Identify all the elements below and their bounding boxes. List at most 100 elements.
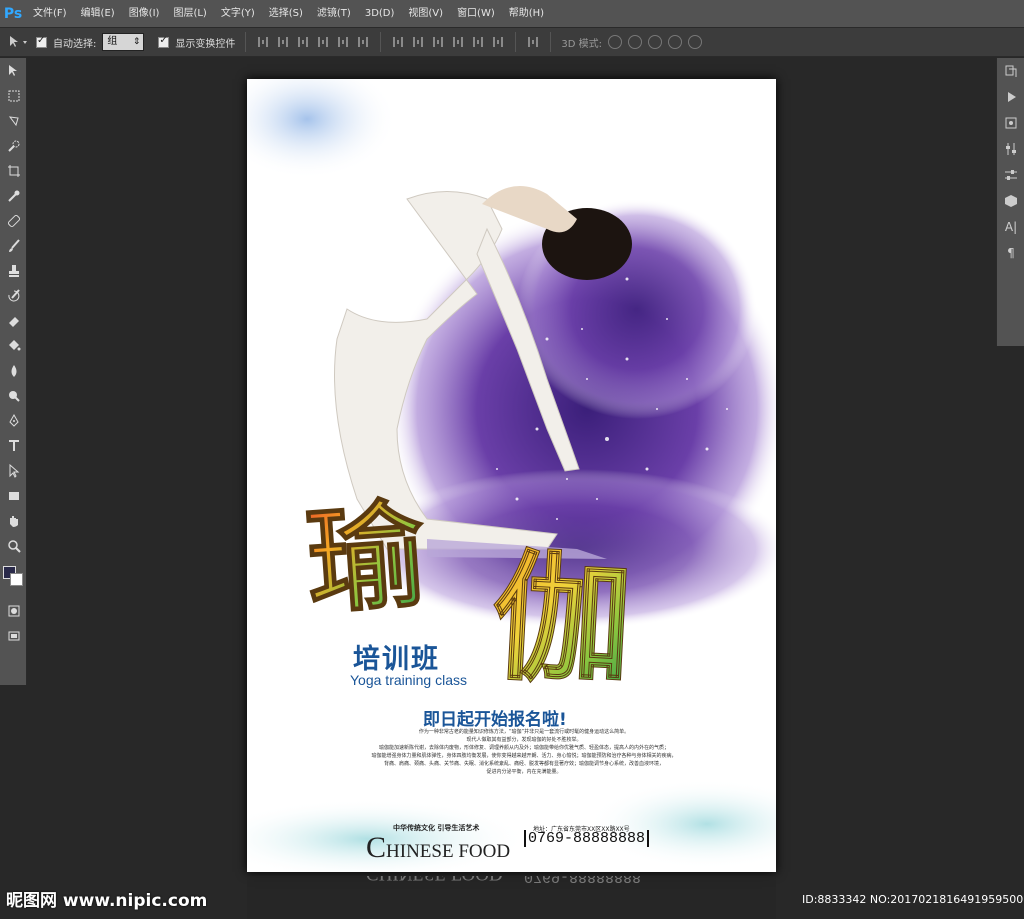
body-line: 瑜伽能加速新陈代谢，去除体内废物，形体修复、调理养颜从内及外；瑜伽能带给你优雅气… [378, 745, 669, 751]
show-transform-label: 显示变换控件 [175, 38, 236, 50]
body-line: 作为一种非常古老的能量知识修炼方法，“瑜伽”并非只是一套流行或时髦的健身运动这么… [418, 729, 630, 735]
3d-rotate-icon[interactable] [608, 35, 622, 49]
app-logo[interactable]: Ps [0, 0, 26, 27]
move-tool-icon[interactable] [8, 35, 30, 49]
auto-align-icon[interactable] [526, 35, 540, 49]
menu-window[interactable]: 窗口(W) [450, 0, 502, 27]
calligraphy-yu: 瑜 [302, 484, 430, 631]
character-panel-icon[interactable]: A| [997, 214, 1024, 240]
menu-type[interactable]: 文字(Y) [214, 0, 262, 27]
paint-bucket-tool-icon[interactable] [0, 333, 27, 358]
3d-roll-icon[interactable] [628, 35, 642, 49]
dodge-tool-icon[interactable] [0, 383, 27, 408]
type-tool-icon[interactable] [0, 433, 27, 458]
history-brush-tool-icon[interactable] [0, 283, 27, 308]
menu-edit[interactable]: 编辑(E) [74, 0, 122, 27]
poster-reflection: CHINESE FOOD 0769-88888888 [247, 876, 776, 919]
menu-filter[interactable]: 滤镜(T) [310, 0, 358, 27]
auto-select-label: 自动选择: [53, 38, 97, 50]
eyedropper-tool-icon[interactable] [0, 183, 27, 208]
poster-title-en: Yoga training class [350, 672, 468, 688]
distribute-left-icon[interactable] [451, 35, 465, 49]
zoom-tool-icon[interactable] [0, 533, 27, 558]
calligraphy-jia: 伽 [488, 535, 636, 706]
color-swatches[interactable] [0, 558, 27, 598]
body-line: 背痛、肩痛、颈痛、头痛、关节痛、失眠、消化系统紊乱、痛经、脱发等都有显著疗效；瑜… [383, 761, 664, 767]
hand-tool-icon[interactable] [0, 508, 27, 533]
auto-select-checkbox[interactable] [36, 35, 47, 48]
menu-bar: Ps 文件(F) 编辑(E) 图像(I) 图层(L) 文字(Y) 选择(S) 滤… [0, 0, 1024, 27]
show-transform-checkbox[interactable] [158, 35, 170, 48]
lasso-tool-icon[interactable] [0, 108, 27, 133]
menu-3d[interactable]: 3D(D) [358, 0, 402, 27]
document-canvas[interactable]: 瑜 伽 培训班 Yoga training class 即日起开始报名啦! 作为… [28, 58, 995, 919]
poster-title-cn: 培训班 [353, 644, 440, 675]
body-line: 瑜伽能增强身体力量和肌体弹性，身体四肢均衡发展，使你变得越来越开朗、活力、身心愉… [371, 753, 677, 759]
watermark-site: 昵图网 www.nipic.com [6, 891, 208, 911]
distribute-bottom-icon[interactable] [431, 35, 445, 49]
reflection-brand: CHINESE FOOD [366, 876, 503, 884]
divider [550, 32, 552, 52]
blur-tool-icon[interactable] [0, 358, 27, 383]
watermark-id: ID:8833342 NO:20170218164919595000 [802, 893, 1024, 906]
footer-brand-initial: C [366, 831, 387, 864]
reflection-phone: 0769-88888888 [524, 876, 642, 885]
poster-body-text: 作为一种非常古老的能量知识修炼方法，“瑜伽”并非只是一套流行或时髦的健身运动这么… [359, 728, 689, 776]
align-hcenter-icon[interactable] [336, 35, 350, 49]
auto-select-dropdown[interactable]: 组 [102, 33, 145, 51]
paragraph-panel-icon[interactable]: ¶ [997, 240, 1024, 266]
actions-panel-icon[interactable] [997, 84, 1024, 110]
options-bar: 自动选择: 组 显示变换控件 3D 模式: [0, 27, 1024, 57]
history-panel-icon[interactable] [997, 58, 1024, 84]
3d-pan-icon[interactable] [648, 35, 662, 49]
eraser-tool-icon[interactable] [0, 308, 27, 333]
divider [245, 32, 247, 52]
path-select-tool-icon[interactable] [0, 458, 27, 483]
align-top-icon[interactable] [256, 35, 270, 49]
footer-brand-rest: HINESE FOOD [386, 841, 511, 862]
menu-select[interactable]: 选择(S) [262, 0, 310, 27]
align-vcenter-icon[interactable] [276, 35, 290, 49]
distribute-hcenter-icon[interactable] [471, 35, 485, 49]
3d-scale-icon[interactable] [688, 35, 702, 49]
distribute-vcenter-icon[interactable] [411, 35, 425, 49]
divider [380, 32, 382, 52]
distribute-top-icon[interactable] [391, 35, 405, 49]
crop-tool-icon[interactable] [0, 158, 27, 183]
poster-slogan: 即日起开始报名啦! [423, 710, 567, 730]
align-bottom-icon[interactable] [296, 35, 310, 49]
healing-brush-tool-icon[interactable] [0, 208, 27, 233]
3d-slide-icon[interactable] [668, 35, 682, 49]
menu-view[interactable]: 视图(V) [401, 0, 450, 27]
divider [515, 32, 517, 52]
menu-file[interactable]: 文件(F) [26, 0, 74, 27]
tools-panel [0, 58, 27, 685]
quick-mask-icon[interactable] [0, 598, 27, 623]
menu-help[interactable]: 帮助(H) [502, 0, 551, 27]
menu-image[interactable]: 图像(I) [122, 0, 167, 27]
menu-layer[interactable]: 图层(L) [166, 0, 213, 27]
background-color-swatch[interactable] [10, 573, 23, 586]
properties-panel-icon[interactable] [997, 110, 1024, 136]
pen-tool-icon[interactable] [0, 408, 27, 433]
3d-panel-icon[interactable] [997, 188, 1024, 214]
quick-select-tool-icon[interactable] [0, 133, 27, 158]
distribute-right-icon[interactable] [491, 35, 505, 49]
body-line: 现代人做取其有益部分，发现瑜伽的好处不胜枚举。 [466, 737, 582, 743]
footer-brand: CHINESE FOOD [366, 831, 510, 865]
photoshop-window: Ps 文件(F) 编辑(E) 图像(I) 图层(L) 文字(Y) 选择(S) 滤… [0, 0, 1024, 919]
move-tool-icon[interactable] [0, 58, 27, 83]
mode-3d-label: 3D 模式: [561, 38, 602, 50]
sliders-panel-icon[interactable] [997, 162, 1024, 188]
screen-mode-icon[interactable] [0, 623, 27, 648]
marquee-tool-icon[interactable] [0, 83, 27, 108]
align-right-icon[interactable] [356, 35, 370, 49]
brush-tool-icon[interactable] [0, 233, 27, 258]
clone-stamp-tool-icon[interactable] [0, 258, 27, 283]
yoga-poster: 瑜 伽 培训班 Yoga training class 即日起开始报名啦! 作为… [247, 79, 776, 872]
adjustments-panel-icon[interactable] [997, 136, 1024, 162]
panel-dock: A| ¶ [996, 58, 1024, 346]
rectangle-tool-icon[interactable] [0, 483, 27, 508]
body-line: 促进内分泌平衡，内在充满能量。 [486, 769, 562, 775]
align-left-icon[interactable] [316, 35, 330, 49]
